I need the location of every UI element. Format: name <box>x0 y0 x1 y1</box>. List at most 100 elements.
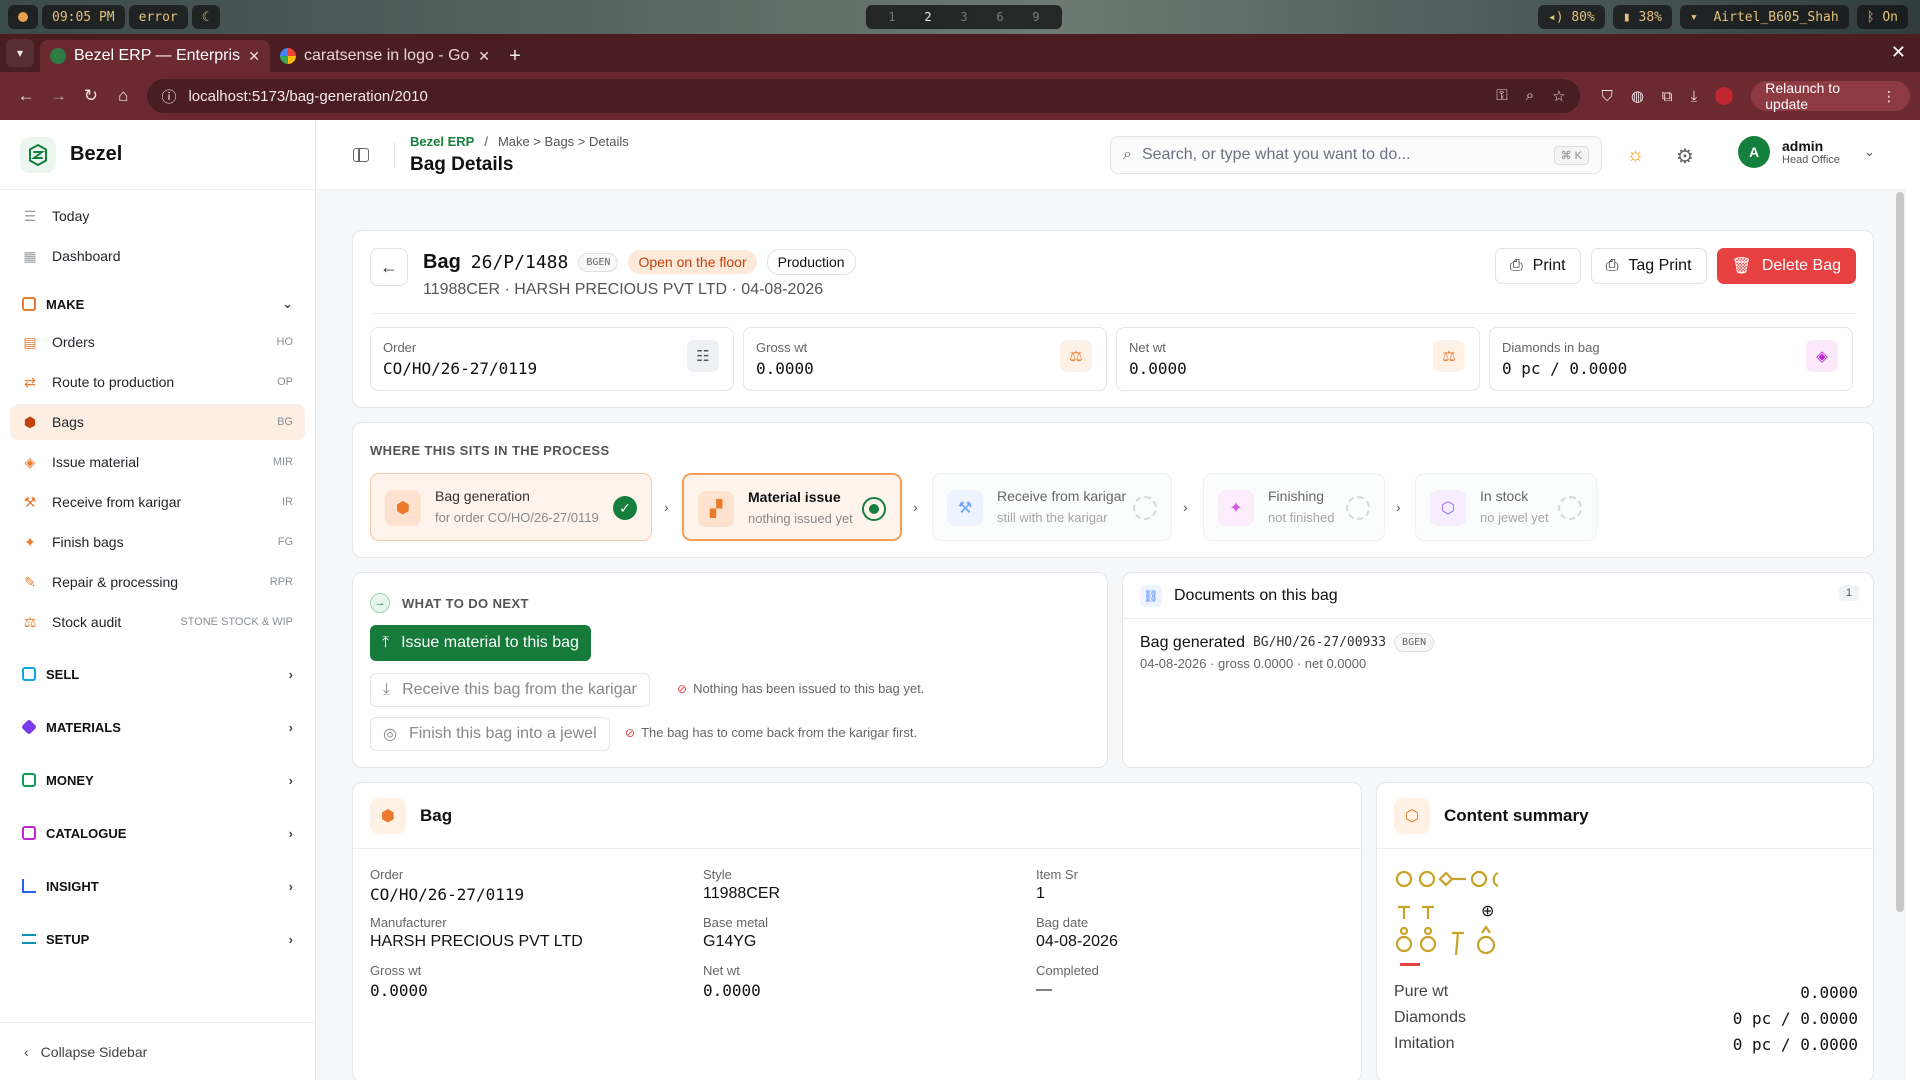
breadcrumb-path[interactable]: Make > Bags > Details <box>498 134 629 149</box>
sidebar-section-insight[interactable]: INSIGHT › <box>10 866 305 906</box>
sun-icon[interactable]: ☼ <box>1626 144 1644 167</box>
workspace-1[interactable]: 1 <box>874 10 910 24</box>
forward-arrow-icon[interactable]: → <box>42 80 74 112</box>
address-bar[interactable]: ⓘ localhost:5173/bag-generation/2010 ⚿ ⌕… <box>147 79 1580 113</box>
sidebar-section-materials[interactable]: MATERIALS › <box>10 707 305 747</box>
global-search-input[interactable]: ⌕ Search, or type what you want to do...… <box>1110 136 1602 174</box>
puzzle-extension-icon[interactable]: ⧉ <box>1662 88 1673 105</box>
close-tab-icon[interactable]: ✕ <box>248 48 260 65</box>
volume-indicator[interactable]: ◂) 80% <box>1537 5 1605 29</box>
relaunch-button[interactable]: Relaunch to update ⋮ <box>1751 80 1910 112</box>
workspace-2[interactable]: 2 <box>910 10 946 24</box>
new-tab-button[interactable]: + <box>500 40 530 72</box>
zoom-icon[interactable]: ⌕ <box>1526 87 1534 105</box>
sidebar-item-repair-processing[interactable]: ✎ Repair & processing RPR <box>10 564 305 600</box>
issue-material-button[interactable]: ⤒ Issue material to this bag <box>370 625 591 661</box>
cookie-extension-icon[interactable]: ◍ <box>1631 87 1644 105</box>
wifi-indicator[interactable]: ▾ Airtel_B605_Shah <box>1679 5 1849 29</box>
extensions-area: ⛉ ◍ ⧉ ⤓ <box>1602 87 1734 105</box>
document-code[interactable]: BG/HO/26-27/00933 <box>1253 635 1386 650</box>
bluetooth-indicator[interactable]: ᛒ On <box>1856 5 1908 29</box>
collapse-sidebar-button[interactable]: ‹ Collapse Sidebar <box>0 1022 315 1080</box>
search-icon: ⌕ <box>1123 146 1132 163</box>
download-icon[interactable]: ⤓ <box>1691 88 1698 105</box>
page-title: Bag Details <box>410 154 514 175</box>
profile-avatar-icon[interactable] <box>1715 87 1734 105</box>
key-icon[interactable]: ⚿ <box>1496 87 1507 105</box>
workspace-9[interactable]: 9 <box>1018 10 1054 24</box>
reload-icon[interactable]: ↻ <box>75 80 107 112</box>
home-icon[interactable]: ⌂ <box>107 80 139 112</box>
back-button[interactable]: ← <box>370 248 408 286</box>
user-menu[interactable]: A admin Head Office ⌄ <box>1738 136 1875 168</box>
gem-icon: ◈ <box>1806 340 1838 372</box>
finish-into-jewel-button[interactable]: ◎ Finish this bag into a jewel <box>370 717 610 751</box>
process-step-in-stock[interactable]: ⬡ In stock no jewel yet <box>1415 473 1597 541</box>
sidebar-item-bags[interactable]: ⬢ Bags BG <box>10 404 305 440</box>
bookmark-star-icon[interactable]: ☆ <box>1552 87 1565 105</box>
os-launcher[interactable] <box>8 5 38 29</box>
process-step-finishing[interactable]: ✦ Finishing not finished <box>1203 473 1385 541</box>
close-tab-icon[interactable]: ✕ <box>478 48 490 65</box>
chevron-right-icon: › <box>664 499 669 515</box>
sidebar-section-money[interactable]: MONEY › <box>10 760 305 800</box>
sidebar-toggle-icon[interactable] <box>353 148 369 162</box>
print-button[interactable]: ⎙ Print <box>1494 248 1581 284</box>
main-scrollbar[interactable] <box>1896 192 1904 912</box>
sidebar-section-catalogue[interactable]: CATALOGUE › <box>10 813 305 853</box>
process-step-receive-from-karigar[interactable]: ⚒ Receive from karigar still with the ka… <box>932 473 1172 541</box>
field-base-metal: Base metal G14YG <box>703 915 769 950</box>
process-step-material-issue[interactable]: ▞ Material issue nothing issued yet <box>682 473 902 541</box>
sidebar-item-issue-material[interactable]: ◈ Issue material MIR <box>10 444 305 480</box>
scale-icon: ⚖ <box>1060 340 1092 372</box>
zoom-in-icon[interactable]: ⊕ <box>1481 901 1494 921</box>
sidebar-item-route-to-production[interactable]: ⇄ Route to production OP <box>10 364 305 400</box>
list-check-icon: ☰ <box>23 207 37 224</box>
browser-tab-strip: ▾ Bezel ERP — Enterprise ✕ caratsense in… <box>0 34 1920 72</box>
shield-extension-icon[interactable]: ⛉ <box>1602 88 1613 105</box>
sidebar-item-today[interactable]: ☰ Today <box>10 198 305 234</box>
receive-from-karigar-button[interactable]: ⤓ Receive this bag from the karigar <box>370 673 650 707</box>
chevron-down-icon: ⌄ <box>282 296 293 311</box>
search-shortcut: ⌘ K <box>1553 145 1589 165</box>
sidebar-item-orders[interactable]: ▤ Orders HO <box>10 324 305 360</box>
box-icon: ⬡ <box>1394 797 1430 834</box>
tag-print-button[interactable]: ⎙ Tag Print <box>1590 248 1707 284</box>
blocks-icon: ▞ <box>698 491 734 527</box>
factory-icon <box>22 297 36 311</box>
tab-search-button[interactable]: ▾ <box>6 39 34 67</box>
documents-count-badge: 1 <box>1838 585 1859 601</box>
sidebar-section-make[interactable]: MAKE ⌄ <box>10 284 305 324</box>
package-icon: ⬢ <box>23 413 37 430</box>
header-divider <box>370 313 1856 314</box>
site-info-icon[interactable]: ⓘ <box>161 86 176 107</box>
delete-bag-button[interactable]: 🗑 Delete Bag <box>1716 248 1856 284</box>
sidebar-section-sell[interactable]: SELL › <box>10 654 305 694</box>
battery-indicator[interactable]: ▮ 38% <box>1612 5 1672 29</box>
kebab-menu-icon[interactable]: ⋮ <box>1882 88 1896 105</box>
workspace-3[interactable]: 3 <box>946 10 982 24</box>
sidebar-item-finish-bags[interactable]: ✦ Finish bags FG <box>10 524 305 560</box>
sidebar-item-dashboard[interactable]: ▦ Dashboard <box>10 238 305 274</box>
chevron-right-icon: › <box>288 931 293 947</box>
sidebar-item-receive-from-karigar[interactable]: ⚒ Receive from karigar IR <box>10 484 305 520</box>
book-icon <box>22 826 36 840</box>
brand[interactable]: Bezel <box>0 120 315 190</box>
workspace-6[interactable]: 6 <box>982 10 1018 24</box>
process-step-bag-generation[interactable]: ⬢ Bag generation for order CO/HO/26-27/0… <box>370 473 652 541</box>
breadcrumb-root[interactable]: Bezel ERP <box>410 134 474 149</box>
sidebar-item-stock-audit[interactable]: ⚖ Stock audit STONE STOCK & WIP <box>10 604 305 640</box>
user-branch: Head Office <box>1782 154 1840 166</box>
browser-tab-bezel[interactable]: Bezel ERP — Enterprise ✕ <box>40 40 270 72</box>
gear-icon[interactable]: ⚙ <box>1676 144 1694 169</box>
document-item[interactable]: Bag generated BG/HO/26-27/00933 BGEN 04-… <box>1140 633 1435 671</box>
trash-icon: 🗑 <box>1731 258 1752 275</box>
back-arrow-icon[interactable]: ← <box>10 80 42 112</box>
breadcrumb-separator: / <box>484 134 488 149</box>
page-scrollbar[interactable] <box>1912 120 1920 1010</box>
window-close-icon[interactable]: ✕ <box>1891 42 1906 63</box>
moon-icon[interactable]: ☾ <box>191 5 220 29</box>
summary-row-imitation: Imitation 0 pc / 0.0000 <box>1394 1035 1858 1054</box>
sidebar-section-setup[interactable]: SETUP › <box>10 919 305 959</box>
browser-tab-google[interactable]: caratsense in logo - Go ✕ <box>270 40 500 72</box>
